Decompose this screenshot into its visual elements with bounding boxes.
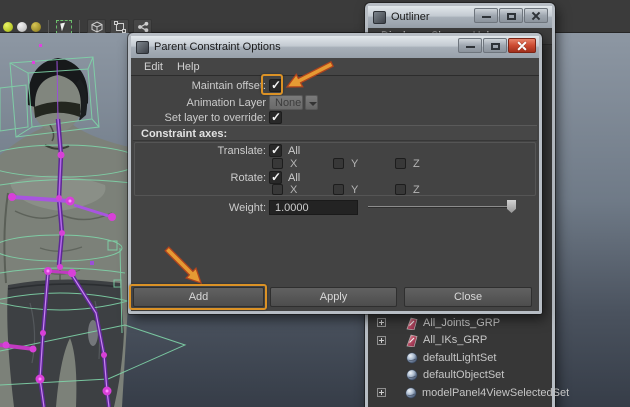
tree-item[interactable]: modelPanel4ViewSelectedSet (368, 384, 569, 402)
minimize-button[interactable] (474, 8, 498, 23)
close-button[interactable] (524, 8, 548, 23)
dialog-titlebar[interactable]: Parent Constraint Options (131, 36, 539, 58)
render-sphere-white-icon[interactable] (17, 22, 27, 32)
translate-all-label: All (288, 145, 301, 157)
transform-icon (405, 333, 418, 348)
outliner-title: Outliner (391, 11, 430, 23)
tree-item[interactable]: All_IKs_GRP (368, 332, 552, 350)
select-tool-icon[interactable] (56, 20, 72, 34)
chevron-down-icon[interactable] (305, 95, 318, 110)
tree-item[interactable]: defaultObjectSet (368, 367, 552, 385)
translate-all-checkbox[interactable] (269, 143, 282, 157)
rotate-y-label: Y (351, 184, 359, 196)
translate-x-label: X (290, 158, 298, 170)
add-button[interactable]: Add (133, 287, 264, 307)
maximize-icon (507, 13, 516, 20)
rotate-all-checkbox[interactable] (269, 170, 282, 184)
rotate-x-label: X (290, 184, 298, 196)
dialog-app-icon (136, 40, 149, 54)
transform-icon (405, 316, 418, 330)
object-set-icon (406, 352, 418, 364)
animation-layer-label: Animation Layer (186, 97, 267, 109)
minimize-button[interactable] (458, 38, 482, 53)
maximize-icon (491, 43, 500, 50)
maximize-button[interactable] (483, 38, 507, 53)
rotate-z-checkbox[interactable] (395, 184, 406, 195)
translate-z-label: Z (413, 158, 420, 170)
translate-z-checkbox[interactable] (395, 158, 406, 169)
maintain-offset-checkbox[interactable] (269, 78, 282, 92)
translate-y-label: Y (351, 158, 359, 170)
tree-item-label: All_IKs_GRP (423, 334, 488, 347)
menu-edit[interactable]: Edit (137, 61, 170, 73)
tree-item-label: defaultLightSet (423, 351, 497, 364)
parent-constraint-options-dialog: Parent Constraint Options Edit Help Main… (128, 33, 542, 314)
translate-label: Translate: (217, 145, 266, 157)
toolbar-separator (79, 20, 80, 34)
animation-layer-select[interactable]: None (269, 95, 303, 110)
weight-input[interactable]: 1.0000 (269, 200, 358, 215)
render-sphere-yellow-icon[interactable] (3, 22, 13, 32)
rotate-x-checkbox[interactable] (272, 184, 283, 195)
render-sphere-olive-icon[interactable] (31, 22, 41, 32)
toolbar-separator (48, 20, 49, 34)
constraint-axes-header: Constraint axes: (133, 125, 537, 141)
close-button[interactable] (508, 38, 536, 53)
close-dialog-button[interactable]: Close (404, 287, 532, 307)
outliner-titlebar[interactable]: Outliner (368, 6, 552, 28)
tree-item-label: All_Joints_GRP (423, 316, 501, 329)
outliner-app-icon (373, 10, 386, 24)
maintain-offset-label: Maintain offset: (191, 80, 266, 92)
dialog-content: Maintain offset: Animation Layer None Se… (131, 76, 539, 311)
weight-slider[interactable] (368, 206, 516, 208)
menu-help[interactable]: Help (170, 61, 207, 73)
translate-x-checkbox[interactable] (272, 158, 283, 169)
minimize-icon (466, 46, 475, 48)
expand-plus-icon[interactable] (377, 335, 386, 345)
tree-item[interactable]: All_Joints_GRP (368, 314, 552, 332)
outliner-tree: All_Joints_GRP All_IKs_GRP defaultLightS… (368, 314, 569, 402)
maya-application: Outliner Display Show Help All_Joints_GR… (0, 0, 630, 407)
tree-item[interactable]: defaultLightSet (368, 349, 552, 367)
rotate-z-label: Z (413, 184, 420, 196)
expand-plus-icon[interactable] (377, 388, 386, 398)
maximize-button[interactable] (499, 8, 523, 23)
cursor-icon (60, 22, 67, 32)
object-set-icon (405, 387, 417, 399)
dialog-menubar: Edit Help (131, 58, 539, 76)
expand-plus-icon[interactable] (377, 318, 386, 328)
set-layer-override-checkbox[interactable] (269, 110, 282, 124)
weight-label: Weight: (228, 202, 266, 214)
rotate-label: Rotate: (230, 172, 266, 184)
rotate-all-label: All (288, 172, 301, 184)
dialog-title: Parent Constraint Options (154, 41, 281, 53)
set-layer-override-label: Set layer to override: (164, 112, 267, 124)
tree-item-label: modelPanel4ViewSelectedSet (422, 386, 570, 399)
rotate-y-checkbox[interactable] (333, 184, 344, 195)
weight-slider-handle[interactable] (507, 200, 516, 213)
apply-button[interactable]: Apply (270, 287, 397, 307)
minimize-icon (482, 16, 491, 18)
tree-item-label: defaultObjectSet (423, 369, 505, 382)
object-set-icon (406, 369, 418, 381)
translate-y-checkbox[interactable] (333, 158, 344, 169)
